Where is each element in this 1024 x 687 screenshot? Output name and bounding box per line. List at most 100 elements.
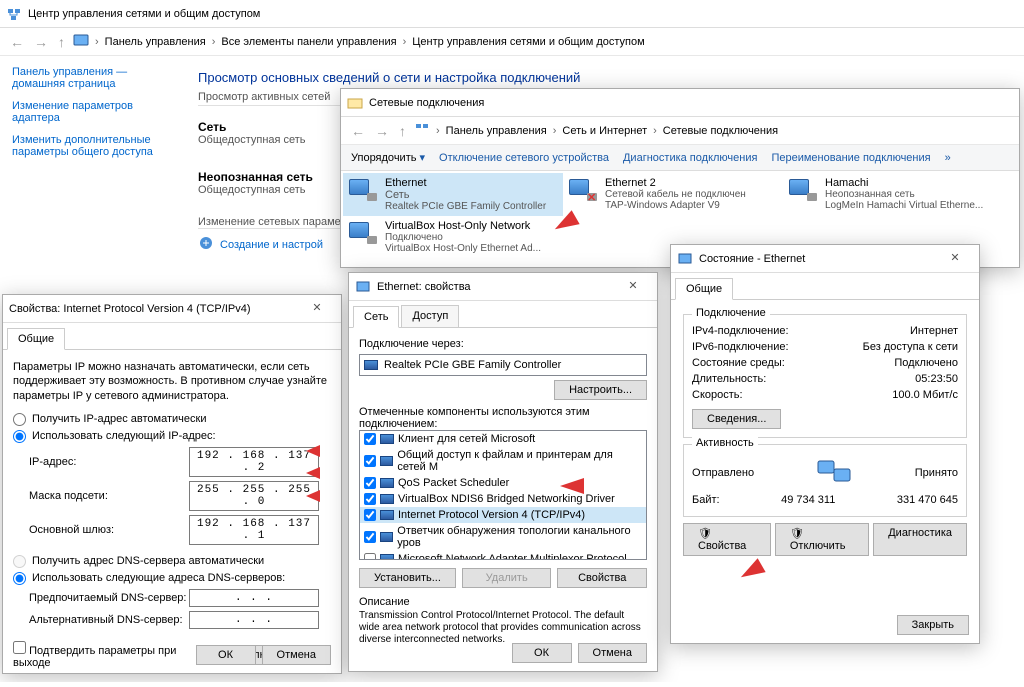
dns-alt-input[interactable]: . . . <box>189 611 319 629</box>
list-item-ipv4[interactable]: Internet Protocol Version 4 (TCP/IPv4) <box>360 507 646 523</box>
components-list[interactable]: Клиент для сетей Microsoft Общий доступ … <box>359 430 647 560</box>
network-icon <box>6 6 22 22</box>
row-ipv4: IPv4-подключение:Интернет <box>692 323 958 339</box>
title-bar: Центр управления сетями и общим доступом <box>0 0 1024 28</box>
crumb-3[interactable]: Сетевые подключения <box>663 125 778 137</box>
rename[interactable]: Переименование подключения <box>771 152 930 164</box>
page-title: Просмотр основных сведений о сети и наст… <box>198 70 1004 85</box>
sidebar-sharing-settings[interactable]: Изменить дополнительные параметры общего… <box>12 134 166 158</box>
conn-name: VirtualBox Host-Only Network <box>385 220 559 232</box>
crumb-3[interactable]: Центр управления сетями и общим доступом <box>412 36 644 48</box>
close-icon[interactable]: ✕ <box>297 298 337 318</box>
remove-button: Удалить <box>462 568 552 588</box>
create-connection-link[interactable]: Создание и настрой <box>220 239 323 251</box>
radio-dns-auto: Получить адрес DNS-сервера автоматически <box>13 555 331 568</box>
disable-device[interactable]: Отключение сетевого устройства <box>439 152 609 164</box>
field-mask: Маска подсети:255 . 255 . 255 . 0 <box>29 481 331 511</box>
folder-icon <box>347 95 363 111</box>
row-media: Состояние среды:Подключено <box>692 355 958 371</box>
ok-button[interactable]: ОК <box>196 645 256 665</box>
crumb-2[interactable]: Все элементы панели управления <box>221 36 396 48</box>
connection-item-hamachi[interactable]: Hamachi Неопознанная сеть LogMeIn Hamach… <box>783 173 1003 216</box>
close-icon[interactable]: ✕ <box>613 276 653 296</box>
radio-ip-auto[interactable]: Получить IP-адрес автоматически <box>13 413 331 426</box>
diagnose-button[interactable]: Диагностика <box>873 523 967 556</box>
network-icon <box>414 121 430 140</box>
toolbar-more[interactable]: » <box>945 152 951 164</box>
list-item[interactable]: Общий доступ к файлам и принтерам для се… <box>360 447 646 475</box>
conn-name: Hamachi <box>825 177 999 189</box>
conn-device: TAP-Windows Adapter V9 <box>605 200 779 211</box>
sidebar-adapter-settings[interactable]: Изменение параметров адаптера <box>12 100 166 124</box>
properties-button[interactable]: Свойства <box>557 568 647 588</box>
window-title: Центр управления сетями и общим доступом <box>28 8 260 20</box>
connect-via-label: Подключение через: <box>359 338 647 350</box>
nav-back-icon[interactable]: ← <box>8 34 26 50</box>
crumb-1[interactable]: Панель управления <box>105 36 206 48</box>
window-title: Сетевые подключения <box>369 97 484 109</box>
ip-input[interactable]: 192 . 168 . 137 . 2 <box>189 447 319 477</box>
details-button[interactable]: Сведения... <box>692 409 781 429</box>
tab-access[interactable]: Доступ <box>401 305 459 327</box>
radio-dns-manual[interactable]: Использовать следующие адреса DNS-сервер… <box>13 572 331 585</box>
confirm-exit-checkbox[interactable]: Подтвердить параметры при выходе <box>13 641 213 669</box>
tab-strip: Общие <box>3 323 341 350</box>
nav-up-icon[interactable]: ↑ <box>56 34 67 50</box>
list-item[interactable]: VirtualBox NDIS6 Bridged Networking Driv… <box>360 491 646 507</box>
adapter-icon <box>364 360 378 370</box>
nav-fwd-icon[interactable]: → <box>32 34 50 50</box>
dns-pref-input[interactable]: . . . <box>189 589 319 607</box>
field-gateway: Основной шлюз:192 . 168 . 137 . 1 <box>29 515 331 545</box>
radio-ip-manual[interactable]: Использовать следующий IP-адрес: <box>13 430 331 443</box>
cancel-button[interactable]: Отмена <box>578 643 647 663</box>
window-title: Ethernet: свойства <box>377 281 471 293</box>
toolbar: Упорядочить ▾ Отключение сетевого устрой… <box>341 145 1019 171</box>
organize-menu[interactable]: Упорядочить ▾ <box>351 151 425 164</box>
window-title: Свойства: Internet Protocol Version 4 (T… <box>9 303 251 315</box>
adapter-icon <box>347 177 379 201</box>
tab-general[interactable]: Общие <box>675 278 733 300</box>
gateway-input[interactable]: 192 . 168 . 137 . 1 <box>189 515 319 545</box>
properties-button[interactable]: 🛡 Свойства <box>683 523 771 556</box>
tab-strip: Сеть Доступ <box>349 301 657 328</box>
conn-status: Сеть <box>385 189 559 201</box>
nav-fwd-icon[interactable]: → <box>373 123 391 139</box>
crumb-2[interactable]: Сеть и Интернет <box>562 125 647 137</box>
crumb-1[interactable]: Панель управления <box>446 125 547 137</box>
ethernet-properties-dialog: Ethernet: свойства ✕ Сеть Доступ Подключ… <box>348 272 658 672</box>
adapter-icon <box>787 177 819 201</box>
list-item[interactable]: Клиент для сетей Microsoft <box>360 431 646 447</box>
mask-input[interactable]: 255 . 255 . 255 . 0 <box>189 481 319 511</box>
configure-button[interactable]: Настроить... <box>554 380 647 400</box>
field-ip: IP-адрес:192 . 168 . 137 . 2 <box>29 447 331 477</box>
nav-up-icon[interactable]: ↑ <box>397 123 408 139</box>
install-button[interactable]: Установить... <box>359 568 456 588</box>
annotation-arrow-icon <box>306 490 320 505</box>
adapter-icon <box>347 220 379 244</box>
close-icon[interactable]: ✕ <box>935 248 975 268</box>
tab-general[interactable]: Общие <box>7 328 65 350</box>
nav-back-icon[interactable]: ← <box>349 123 367 139</box>
recv-label: Принято <box>915 467 958 479</box>
list-item[interactable]: Microsoft Network Adapter Multiplexor Pr… <box>360 551 646 560</box>
close-button[interactable]: Закрыть <box>897 615 969 635</box>
tab-network[interactable]: Сеть <box>353 306 399 328</box>
connection-item-ethernet[interactable]: Ethernet Сеть Realtek PCIe GBE Family Co… <box>343 173 563 216</box>
breadcrumb[interactable]: ← → ↑ › Панель управления › Сеть и Интер… <box>341 117 1019 145</box>
breadcrumb[interactable]: ← → ↑ › Панель управления › Все элементы… <box>0 28 1024 56</box>
window-title: Состояние - Ethernet <box>699 253 805 265</box>
ok-button[interactable]: ОК <box>512 643 572 663</box>
sidebar-home[interactable]: Панель управления — домашняя страница <box>12 66 166 90</box>
connection-item-ethernet2[interactable]: ✕ Ethernet 2 Сетевой кабель не подключен… <box>563 173 783 216</box>
disable-button[interactable]: 🛡 Отключить <box>775 523 869 556</box>
sidebar: Панель управления — домашняя страница Из… <box>0 56 178 260</box>
list-item[interactable]: Ответчик обнаружения топологии канальног… <box>360 523 646 551</box>
annotation-arrow-icon <box>560 478 584 497</box>
cancel-button[interactable]: Отмена <box>262 645 331 665</box>
list-item[interactable]: QoS Packet Scheduler <box>360 475 646 491</box>
annotation-arrow-icon <box>306 445 320 460</box>
diagnose[interactable]: Диагностика подключения <box>623 152 757 164</box>
title-bar: Состояние - Ethernet ✕ <box>671 245 979 273</box>
connection-item-vbox[interactable]: VirtualBox Host-Only Network Подключено … <box>343 216 563 258</box>
title-bar: Ethernet: свойства ✕ <box>349 273 657 301</box>
